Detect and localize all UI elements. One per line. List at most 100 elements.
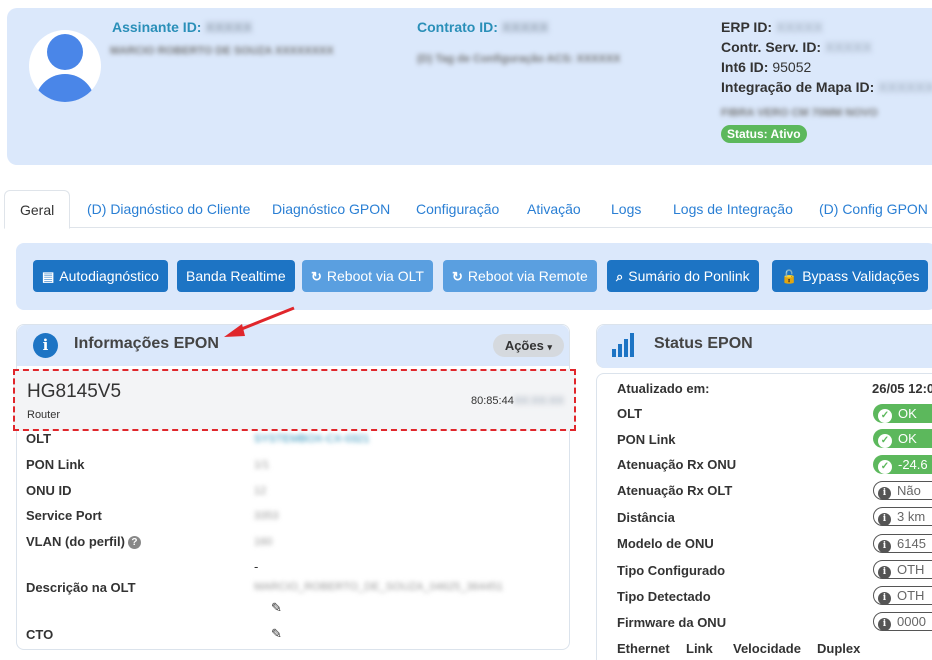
mapa-label: Integração de Mapa ID: [721, 79, 875, 95]
status-pon-label: PON Link [617, 432, 676, 447]
assinante-id-value[interactable]: XXXXX [205, 19, 252, 35]
modelo-onu-value: 6145 [897, 536, 926, 551]
cto-label: CTO [26, 627, 54, 642]
tab-config-gpon[interactable]: (D) Config GPON e [819, 190, 932, 228]
reboot-remote-button[interactable]: ↻ Reboot via Remote [443, 260, 597, 292]
edit-descricao-pencil-icon[interactable]: ✎ [271, 600, 282, 616]
rx-onu-value: -24.6 [898, 457, 928, 472]
rx-olt-badge: i Não [873, 481, 932, 500]
contr-serv-label: Contr. Serv. ID: [721, 39, 822, 55]
tab-logs-integracao[interactable]: Logs de Integração [673, 190, 793, 228]
bypass-label: Bypass Validações [802, 268, 920, 284]
firmware-value: 0000 [897, 614, 926, 629]
mapa-id: Integração de Mapa ID: XXXXXX [721, 79, 932, 95]
info-icon: i [878, 540, 891, 553]
service-port-label: Service Port [26, 508, 102, 523]
vlan-label: VLAN (do perfil)? [26, 534, 141, 549]
firmware-badge: i 0000 [873, 612, 932, 631]
int6-label: Int6 ID: [721, 59, 769, 75]
info-icon: i [878, 592, 891, 605]
avatar-icon [29, 30, 101, 102]
assinante-id-label: Assinante ID: [112, 19, 202, 35]
descricao-value: MARCIO_ROBERTO_DE_SOUZA_04625_364451 [254, 581, 504, 593]
tab-geral[interactable]: Geral [4, 190, 71, 229]
edit-cto-pencil-icon[interactable]: ✎ [271, 626, 282, 642]
modelo-onu-badge: i 6145 [873, 534, 932, 553]
tab-configuracao[interactable]: Configuração [416, 190, 499, 228]
autodiagnostico-label: Autodiagnóstico [59, 268, 159, 284]
rx-olt-value: Não [897, 483, 921, 498]
col-ethernet: Ethernet [617, 641, 670, 656]
updated-value: 26/05 12:0 [872, 381, 932, 396]
descricao-label: Descrição na OLT [26, 580, 136, 595]
tab-diagnostico-gpon[interactable]: Diagnóstico GPON [272, 190, 390, 228]
status-olt-label: OLT [617, 406, 643, 421]
col-link: Link [686, 641, 713, 656]
onu-id-label: ONU ID [26, 483, 72, 498]
modelo-onu-label: Modelo de ONU [617, 536, 714, 551]
device-summary-box: HG8145V5 Router 80:85:44XX:XX:XX [13, 369, 576, 431]
tab-logs[interactable]: Logs [611, 190, 641, 228]
device-type: Router [27, 409, 61, 421]
refresh-icon: ↻ [311, 269, 322, 284]
distancia-label: Distância [617, 510, 675, 525]
status-olt-value: OK [898, 406, 917, 421]
erp-id-value: XXXXX [775, 19, 823, 35]
mac-visible: 80:85:44 [471, 395, 514, 407]
bypass-validacoes-button[interactable]: 🔓 Bypass Validações [772, 260, 929, 292]
status-olt-badge: ✓ OK [873, 404, 932, 423]
page: Assinante ID: XXXXX MARCIO ROBERTO DE SO… [0, 0, 932, 660]
col-duplex: Duplex [817, 641, 861, 656]
subscriber-name: MARCIO ROBERTO DE SOUZA XXXXXXXX [110, 45, 334, 57]
banda-realtime-button[interactable]: Banda Realtime [177, 260, 295, 292]
tipo-detectado-label: Tipo Detectado [617, 589, 711, 604]
info-icon: i [878, 513, 891, 526]
rx-olt-label: Atenuação Rx OLT [617, 483, 733, 498]
status-badge: Status: Ativo [721, 125, 807, 143]
vlan-value: 160 [254, 536, 273, 548]
olt-label: OLT [26, 431, 52, 446]
tipo-configurado-label: Tipo Configurado [617, 563, 726, 578]
tipo-detectado-value: OTH [897, 588, 925, 603]
banda-realtime-label: Banda Realtime [186, 268, 286, 284]
info-icon: i [878, 566, 891, 579]
unlock-icon: 🔓 [781, 269, 798, 284]
pon-link-value: 1/1 [254, 459, 270, 471]
tab-ativacao[interactable]: Ativação [527, 190, 581, 228]
descricao-dash: - [254, 559, 259, 574]
check-icon: ✓ [878, 434, 892, 448]
contrato-id-value[interactable]: XXXXX [502, 19, 549, 35]
int6-id: Int6 ID: 95052 [721, 59, 811, 75]
mac-address: 80:85:44XX:XX:XX [471, 395, 564, 407]
sumario-ponlink-button[interactable]: ⌕ Sumário do Ponlink [607, 260, 759, 292]
epon-info-title: Informações EPON [74, 335, 219, 352]
reboot-olt-button[interactable]: ↻ Reboot via OLT [302, 260, 433, 292]
status-epon-header: Status EPON [597, 325, 932, 368]
service-port-value: 3353 [254, 510, 279, 522]
acoes-dropdown[interactable]: Ações ▾ [492, 334, 564, 357]
info-icon: i [33, 333, 58, 358]
assinante-id: Assinante ID: XXXXX [112, 19, 252, 35]
mapa-value: XXXXXX [878, 79, 932, 95]
check-icon: ✓ [878, 460, 892, 474]
olt-value[interactable]: SYSTEMBOX-CX-0321 [254, 433, 370, 445]
distancia-badge: i 3 km [873, 507, 932, 526]
help-icon[interactable]: ? [127, 536, 141, 549]
tab-diagnostico-cliente[interactable]: (D) Diagnóstico do Cliente [87, 190, 250, 228]
acoes-label: Ações [504, 338, 544, 353]
tab-bar: Geral (D) Diagnóstico do Cliente Diagnós… [4, 190, 932, 229]
status-pon-badge: ✓ OK [873, 429, 932, 448]
contrato-id-label: Contrato ID: [417, 19, 498, 35]
rx-onu-badge: ✓ -24.6 [873, 455, 932, 474]
tag-config-acs: (D) Tag de Configuração ACS: XXXXXX [417, 53, 621, 65]
tipo-configurado-value: OTH [897, 562, 925, 577]
check-icon: ✓ [878, 409, 892, 423]
refresh-icon: ↻ [452, 269, 463, 284]
rx-onu-label: Atenuação Rx ONU [617, 457, 737, 472]
erp-id-label: ERP ID: [721, 19, 773, 35]
sumario-ponlink-label: Sumário do Ponlink [628, 268, 750, 284]
autodiagnostico-button[interactable]: ▤ Autodiagnóstico [33, 260, 168, 292]
info-icon: i [878, 618, 891, 631]
caret-down-icon: ▾ [547, 342, 552, 352]
pon-link-label: PON Link [26, 457, 85, 472]
